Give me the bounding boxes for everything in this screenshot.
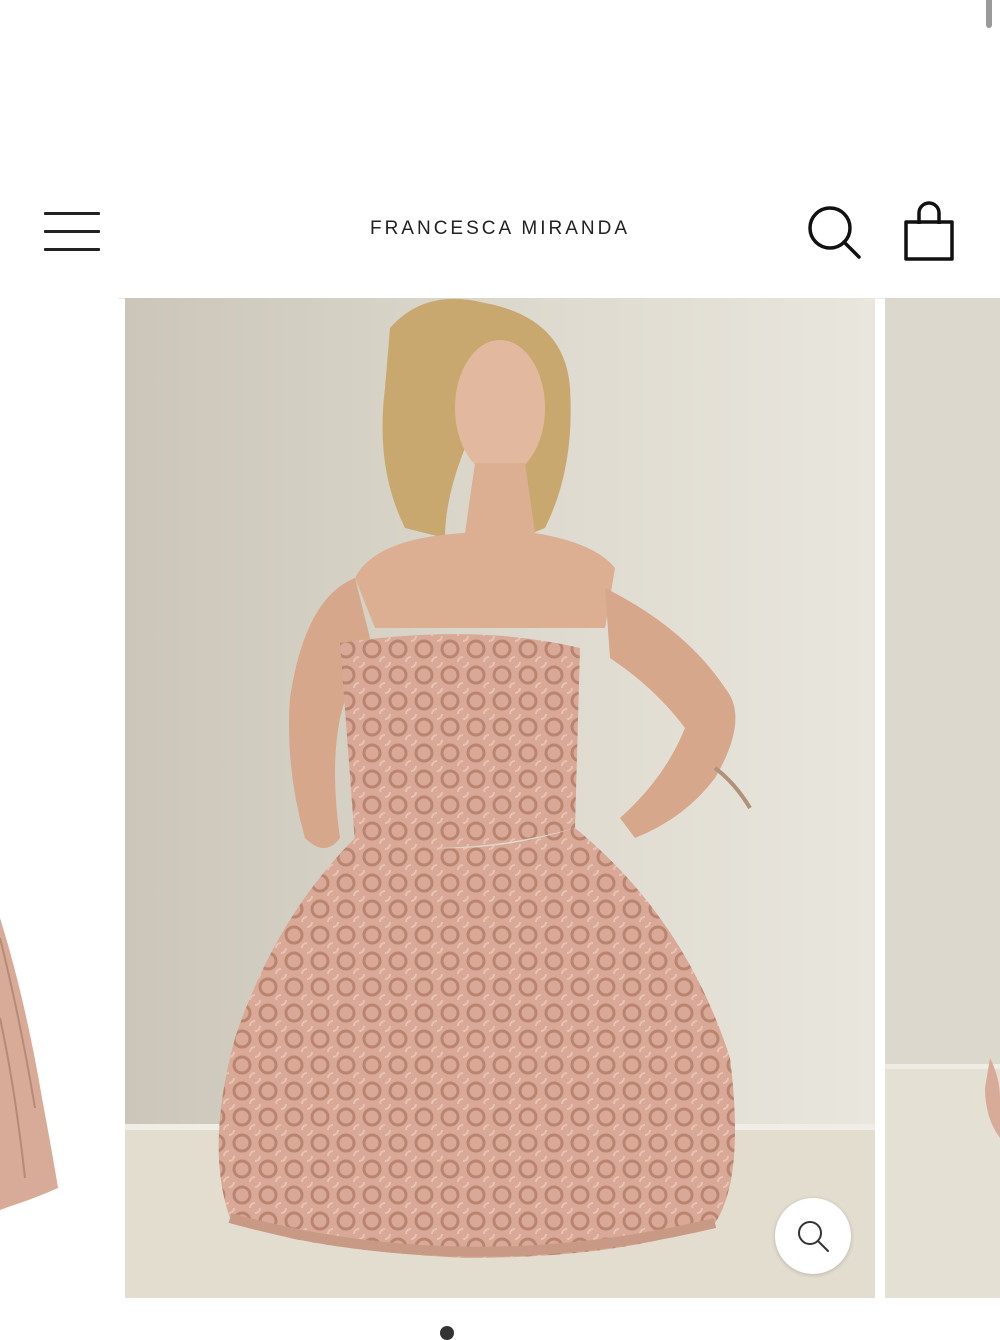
previous-product-image[interactable] (0, 298, 118, 1298)
brand-logo[interactable]: FRANCESCA MIRANDA (300, 218, 700, 240)
menu-line (44, 230, 100, 233)
scroll-indicator[interactable] (986, 0, 992, 28)
zoom-button[interactable] (775, 1198, 851, 1274)
cart-button[interactable] (900, 200, 958, 262)
main-product-image[interactable] (125, 298, 875, 1298)
menu-line (44, 248, 100, 251)
shopping-bag-icon (904, 201, 954, 261)
search-button[interactable] (806, 204, 862, 260)
search-icon (808, 206, 861, 259)
hamburger-menu-icon (44, 212, 100, 215)
product-image-gallery[interactable] (0, 298, 1000, 1298)
site-header: FRANCESCA MIRANDA (0, 160, 1000, 299)
next-product-image[interactable] (885, 298, 1000, 1298)
gallery-pagination-dot[interactable] (440, 1326, 454, 1340)
zoom-search-icon (798, 1221, 829, 1252)
menu-button[interactable] (44, 210, 102, 254)
